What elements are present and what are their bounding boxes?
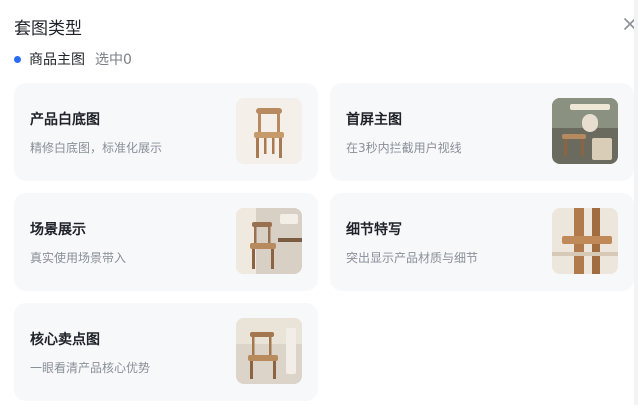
card-desc: 一眼看清产品核心优势 <box>30 361 151 375</box>
chair-detail-thumb <box>552 208 618 274</box>
type-card-detail[interactable]: 细节特写 突出显示产品材质与细节 <box>330 193 634 291</box>
dialog-title: 套图类型 <box>14 19 82 39</box>
card-desc: 在3秒内拦截用户视线 <box>346 141 462 155</box>
card-desc: 突出显示产品材质与细节 <box>346 251 479 265</box>
chair-white-bg-thumb <box>236 98 302 164</box>
type-card-scene[interactable]: 场景展示 真实使用场景带入 <box>14 193 318 291</box>
card-desc: 真实使用场景带入 <box>30 251 127 265</box>
scrollbar[interactable] <box>634 0 638 405</box>
chair-lifestyle-thumb <box>552 98 618 164</box>
type-card-selling-point[interactable]: 核心卖点图 一眼看清产品核心优势 <box>14 303 318 401</box>
type-card-first-screen[interactable]: 首屏主图 在3秒内拦截用户视线 <box>330 83 634 181</box>
card-title: 首屏主图 <box>346 112 402 128</box>
section-dot <box>14 55 21 63</box>
chair-selling-point-thumb <box>236 318 302 384</box>
selected-count: 选中0 <box>95 52 132 68</box>
section-label: 商品主图 <box>29 52 85 68</box>
card-title: 核心卖点图 <box>30 332 100 348</box>
section-header: 商品主图 选中0 <box>14 49 132 69</box>
type-card-white-bg[interactable]: 产品白底图 精修白底图，标准化展示 <box>14 83 318 181</box>
card-title: 产品白底图 <box>30 112 100 128</box>
card-desc: 精修白底图，标准化展示 <box>30 141 163 155</box>
chair-scene-thumb <box>236 208 302 274</box>
card-title: 细节特写 <box>346 222 402 238</box>
card-title: 场景展示 <box>30 222 86 238</box>
